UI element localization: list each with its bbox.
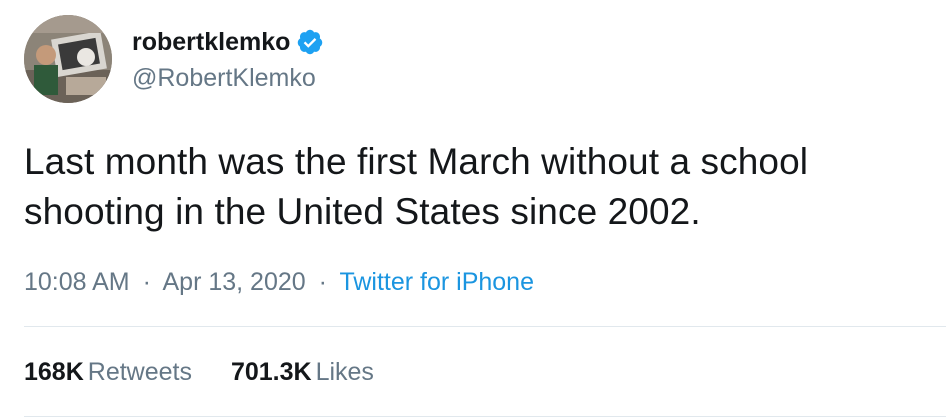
tweet-meta: 10:08 AM · Apr 13, 2020 · Twitter for iP… (24, 267, 534, 297)
tweet-date[interactable]: Apr 13, 2020 (163, 268, 306, 296)
divider (24, 326, 946, 327)
author-display-name[interactable]: robertklemko (132, 27, 290, 57)
meta-separator: · (318, 268, 327, 296)
likes-count: 701.3K (230, 358, 312, 386)
retweets-label: Retweets (87, 358, 192, 386)
engagement-stats: 168K Retweets 701.3K Likes (24, 357, 406, 387)
avatar[interactable] (24, 15, 112, 103)
tweet-time[interactable]: 10:08 AM (24, 268, 130, 296)
likes-stat[interactable]: 701.3K Likes (231, 357, 374, 387)
author-name-row: robertklemko (132, 27, 324, 57)
tweet-source-link[interactable]: Twitter for iPhone (339, 268, 534, 296)
retweets-count: 168K (24, 358, 84, 386)
likes-label: Likes (315, 358, 374, 386)
meta-separator: · (142, 268, 151, 296)
verified-badge-icon (296, 28, 324, 56)
author-handle[interactable]: @RobertKlemko (132, 63, 316, 93)
divider (24, 416, 946, 417)
profile-photo (24, 15, 112, 103)
retweets-stat[interactable]: 168K Retweets (24, 357, 192, 387)
tweet-text: Last month was the first March without a… (24, 141, 809, 232)
tweet-card: robertklemko @RobertKlemko Last month wa… (0, 0, 946, 418)
